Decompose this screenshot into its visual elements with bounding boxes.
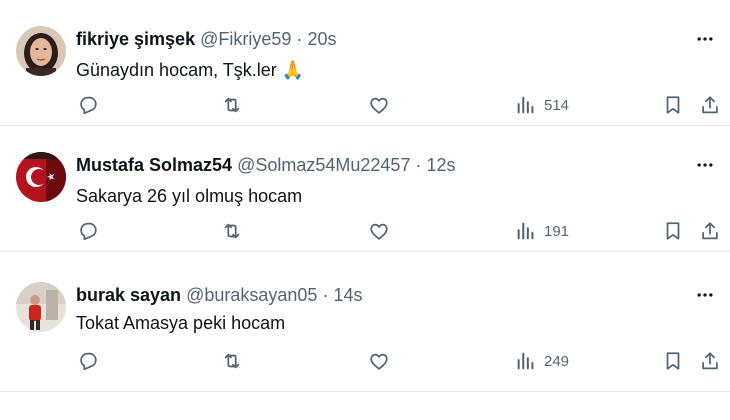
- bookmark-icon: [666, 352, 680, 370]
- retweet-button[interactable]: [221, 94, 243, 116]
- views-count: 514: [544, 96, 570, 114]
- retweet-icon: [224, 223, 240, 239]
- views-button[interactable]: 514: [515, 94, 569, 116]
- share-icon: [702, 96, 718, 114]
- reply-feed: fikriye şimşek @Fikriye59 · 20s Günaydın…: [0, 0, 730, 420]
- views-count: 249: [544, 352, 570, 370]
- reply-button[interactable]: [77, 94, 99, 116]
- retweet-icon: [224, 97, 240, 113]
- bookmark-icon: [666, 222, 680, 240]
- share-button[interactable]: [699, 220, 721, 242]
- views-icon: [517, 352, 534, 370]
- reply-button[interactable]: [77, 220, 99, 242]
- bookmark-button[interactable]: [662, 350, 684, 372]
- share-icon: [702, 352, 718, 370]
- like-icon: [370, 223, 388, 240]
- like-icon: [370, 97, 388, 114]
- like-icon: [370, 353, 388, 370]
- like-button[interactable]: [368, 220, 390, 242]
- views-button[interactable]: 249: [515, 350, 569, 372]
- action-bar: 191: [0, 126, 730, 252]
- views-button[interactable]: 191: [515, 220, 569, 242]
- share-button[interactable]: [699, 350, 721, 372]
- bookmark-button[interactable]: [662, 220, 684, 242]
- action-bar: 249: [0, 252, 730, 378]
- views-icon: [517, 222, 534, 240]
- reply-icon: [80, 352, 97, 371]
- like-button[interactable]: [368, 94, 390, 116]
- reply-icon: [80, 96, 97, 115]
- reply-icon: [80, 222, 97, 241]
- bookmark-icon: [666, 96, 680, 114]
- retweet-button[interactable]: [221, 350, 243, 372]
- retweet-icon: [224, 353, 240, 369]
- share-button[interactable]: [699, 94, 721, 116]
- bookmark-button[interactable]: [662, 94, 684, 116]
- tweet[interactable]: Mustafa Solmaz54 @Solmaz54Mu22457 · 12s …: [0, 126, 730, 252]
- reply-button[interactable]: [77, 350, 99, 372]
- like-button[interactable]: [368, 350, 390, 372]
- tweet[interactable]: burak sayan @buraksayan05 · 14s Tokat Am…: [0, 252, 730, 392]
- retweet-button[interactable]: [221, 220, 243, 242]
- views-icon: [517, 96, 534, 114]
- views-count: 191: [544, 222, 570, 240]
- action-bar: 514: [0, 0, 730, 126]
- share-icon: [702, 222, 718, 240]
- tweet[interactable]: fikriye şimşek @Fikriye59 · 20s Günaydın…: [0, 0, 730, 126]
